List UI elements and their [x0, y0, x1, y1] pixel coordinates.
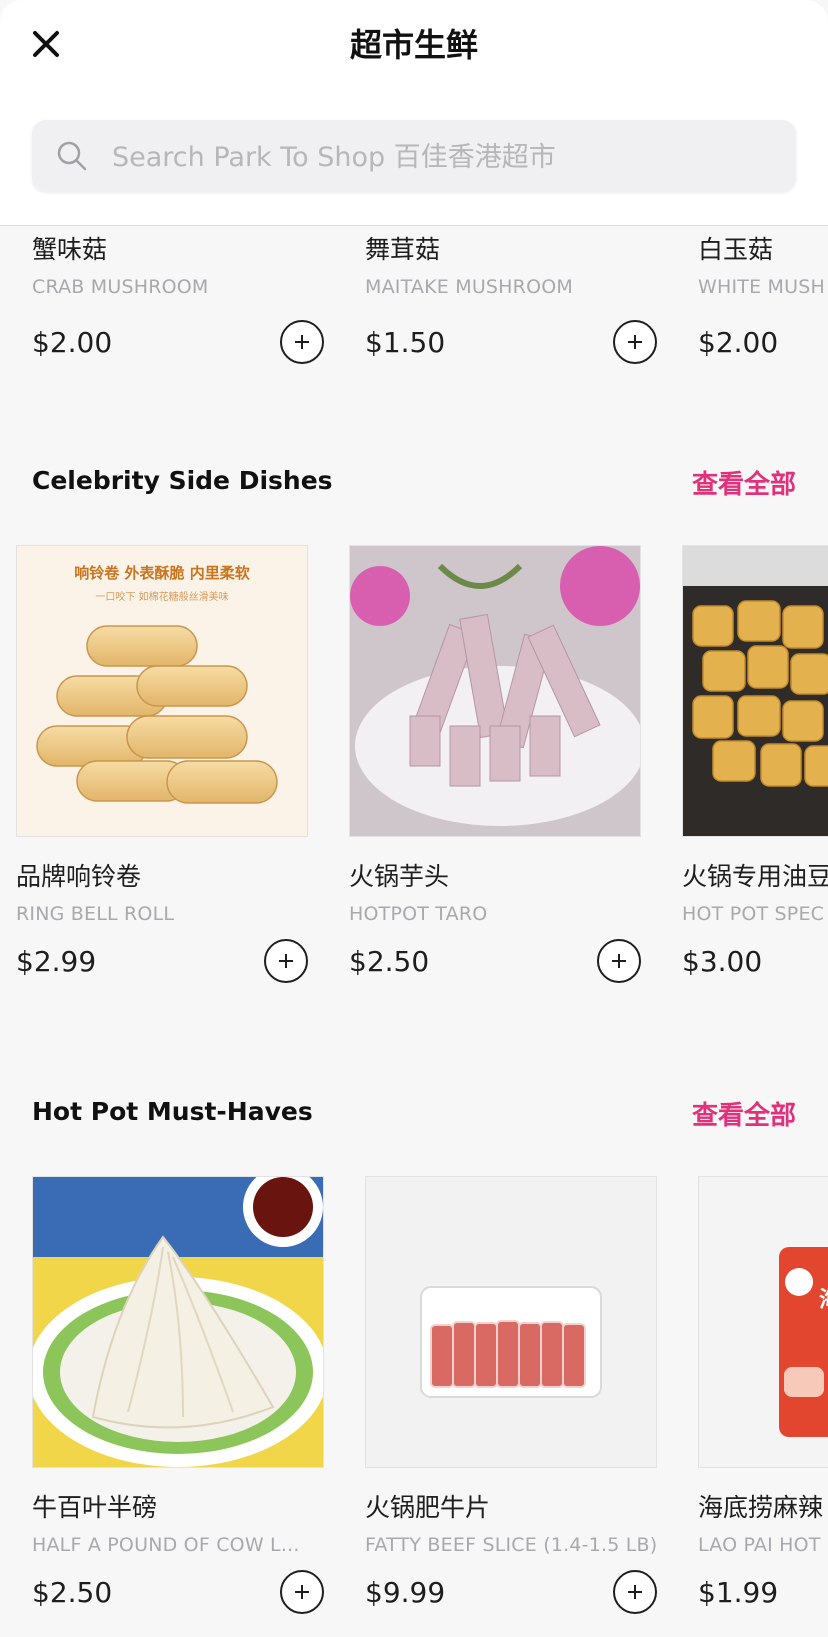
product-card[interactable]: 响铃卷 外表酥脆 内里柔软 一口咬下 如棉花糖般丝滑美味 品牌响铃卷 RING …: [16, 545, 308, 987]
product-name-cn: 海底捞麻辣: [698, 1493, 824, 1522]
product-card[interactable]: 火锅芋头 HOTPOT TARO $2.50: [349, 545, 641, 987]
product-name-en: HOTPOT TARO: [349, 903, 488, 925]
plus-icon: [279, 954, 293, 968]
product-image[interactable]: [365, 1176, 657, 1468]
product-name-en: HALF A POUND OF COW L...: [32, 1534, 300, 1556]
beef-slice-image: [366, 1177, 656, 1467]
search-bar[interactable]: [32, 120, 796, 194]
add-to-cart-button[interactable]: [613, 1570, 657, 1614]
image-caption: 响铃卷 外表酥脆 内里柔软: [74, 564, 249, 582]
package-logo: 海底捞: [819, 1287, 828, 1313]
product-name-cn: 品牌响铃卷: [16, 862, 142, 891]
image-caption: 一口咬下 如棉花糖般丝滑美味: [95, 590, 228, 603]
header: 超市生鲜: [0, 0, 828, 226]
product-price: $2.50: [349, 945, 430, 978]
product-name-cn: 舞茸菇: [365, 235, 441, 264]
product-card[interactable]: 蟹味菇 CRAB MUSHROOM $2.00: [32, 230, 324, 368]
product-card[interactable]: 火锅肥牛片 FATTY BEEF SLICE (1.4-1.5 LB) $9.9…: [365, 1176, 657, 1618]
product-name-en: CRAB MUSHROOM: [32, 276, 209, 298]
product-name-en: MAITAKE MUSHROOM: [365, 276, 573, 298]
product-name-cn: 白玉菇: [698, 235, 774, 264]
product-name-en: LAO PAI HOT: [698, 1534, 821, 1556]
product-card[interactable]: 舞茸菇 MAITAKE MUSHROOM $1.50: [365, 230, 657, 368]
add-to-cart-button[interactable]: [264, 939, 308, 983]
product-name-en: WHITE MUSH: [698, 276, 825, 298]
product-card[interactable]: 海底捞 海底捞麻辣 LAO PAI HOT $1.99: [698, 1176, 828, 1618]
product-price: $9.99: [365, 1576, 446, 1609]
product-image[interactable]: [32, 1176, 324, 1468]
add-to-cart-button[interactable]: [597, 939, 641, 983]
product-card[interactable]: 牛百叶半磅 HALF A POUND OF COW L... $2.50: [32, 1176, 324, 1618]
product-image[interactable]: 响铃卷 外表酥脆 内里柔软 一口咬下 如棉花糖般丝滑美味: [16, 545, 308, 837]
product-name-cn: 牛百叶半磅: [32, 1493, 158, 1522]
page-title: 超市生鲜: [349, 26, 478, 64]
product-price: $2.99: [16, 945, 97, 978]
product-name-en: HOT POT SPEC: [682, 903, 825, 925]
section-title: Hot Pot Must-Haves: [32, 1097, 313, 1126]
product-name-cn: 火锅芋头: [349, 862, 450, 891]
add-to-cart-button[interactable]: [280, 1570, 324, 1614]
product-name-cn: 火锅专用油豆: [682, 862, 828, 891]
product-price: $3.00: [682, 945, 763, 978]
taro-image: [350, 546, 640, 836]
plus-icon: [612, 954, 626, 968]
product-card[interactable]: 白玉菇 WHITE MUSH $2.00: [698, 230, 828, 368]
product-name-cn: 火锅肥牛片: [365, 1493, 491, 1522]
product-image[interactable]: [682, 545, 828, 837]
plus-icon: [295, 1585, 309, 1599]
product-image[interactable]: [349, 545, 641, 837]
product-price: $2.00: [698, 326, 779, 359]
add-to-cart-button[interactable]: [280, 320, 324, 364]
product-name-en: FATTY BEEF SLICE (1.4-1.5 LB): [365, 1534, 658, 1556]
product-price: $2.00: [32, 326, 113, 359]
search-icon: [57, 141, 87, 171]
product-price: $1.99: [698, 1576, 779, 1609]
product-card[interactable]: 火锅专用油豆 HOT POT SPEC $3.00: [682, 545, 828, 987]
section-title: Celebrity Side Dishes: [32, 466, 333, 495]
tofu-puff-image: [683, 546, 828, 836]
plus-icon: [295, 335, 309, 349]
hotpot-base-image: 海底捞: [699, 1177, 828, 1467]
product-price: $2.50: [32, 1576, 113, 1609]
product-image[interactable]: 海底捞: [698, 1176, 828, 1468]
add-to-cart-button[interactable]: [613, 320, 657, 364]
product-name-en: RING BELL ROLL: [16, 903, 175, 925]
product-name-cn: 蟹味菇: [32, 235, 108, 264]
plus-icon: [628, 335, 642, 349]
tripe-image: [33, 1177, 323, 1467]
ring-bell-roll-image: 响铃卷 外表酥脆 内里柔软 一口咬下 如棉花糖般丝滑美味: [17, 546, 307, 836]
search-input[interactable]: [110, 120, 774, 194]
plus-icon: [628, 1585, 642, 1599]
product-price: $1.50: [365, 326, 446, 359]
view-all-link[interactable]: 查看全部: [692, 464, 796, 501]
view-all-link[interactable]: 查看全部: [692, 1095, 796, 1132]
